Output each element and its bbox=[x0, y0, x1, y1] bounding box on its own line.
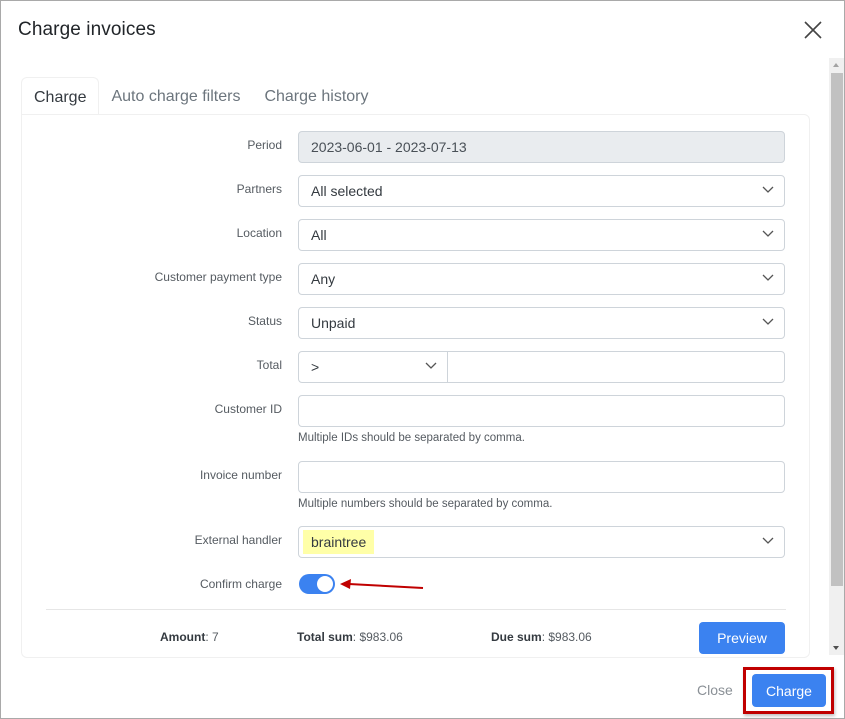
tab-bar: Charge Auto charge filters Charge histor… bbox=[21, 77, 380, 115]
invoice-number-label: Invoice number bbox=[199, 468, 282, 482]
total-label: Total bbox=[256, 358, 282, 372]
total-sum-value: : $983.06 bbox=[352, 630, 403, 644]
period-value: 2023-06-01 - 2023-07-13 bbox=[311, 139, 467, 155]
close-button[interactable]: Close bbox=[697, 682, 733, 698]
total-value-input[interactable] bbox=[447, 351, 785, 383]
total-operator-select[interactable]: > bbox=[298, 351, 448, 383]
external-handler-select[interactable]: braintree bbox=[298, 526, 785, 558]
tab-charge-history[interactable]: Charge history bbox=[252, 77, 380, 115]
customer-id-hint: Multiple IDs should be separated by comm… bbox=[298, 432, 525, 444]
customer-payment-type-value: Any bbox=[311, 271, 336, 287]
chevron-down-icon bbox=[762, 274, 774, 281]
period-field: 2023-06-01 - 2023-07-13 bbox=[298, 131, 785, 163]
amount-label: Amount bbox=[160, 630, 206, 644]
customer-id-input[interactable] bbox=[298, 395, 785, 427]
chevron-down-icon bbox=[762, 537, 774, 544]
amount-summary: Amount: 7 bbox=[160, 630, 219, 644]
annotation-highlight-box bbox=[743, 667, 834, 714]
customer-payment-type-label: Customer payment type bbox=[154, 270, 282, 284]
status-label: Status bbox=[247, 314, 282, 328]
customer-payment-type-select[interactable]: Any bbox=[298, 263, 785, 295]
divider bbox=[46, 609, 786, 610]
dialog-title: Charge invoices bbox=[18, 19, 156, 40]
total-operator-value: > bbox=[311, 359, 320, 375]
external-handler-label: External handler bbox=[194, 533, 282, 547]
chevron-down-icon bbox=[425, 362, 437, 369]
invoice-number-hint: Multiple numbers should be separated by … bbox=[298, 498, 553, 510]
status-value: Unpaid bbox=[311, 315, 356, 331]
chevron-down-icon bbox=[762, 318, 774, 325]
scrollbar[interactable] bbox=[829, 58, 844, 655]
location-select[interactable]: All bbox=[298, 219, 785, 251]
toggle-knob bbox=[317, 576, 333, 592]
total-sum-label: Total sum bbox=[297, 630, 353, 644]
partners-value: All selected bbox=[311, 183, 383, 199]
preview-button[interactable]: Preview bbox=[699, 622, 785, 654]
scroll-down-arrow-icon[interactable] bbox=[829, 641, 844, 655]
chevron-down-icon bbox=[762, 186, 774, 193]
chevron-down-icon bbox=[762, 230, 774, 237]
close-x-icon[interactable] bbox=[802, 19, 824, 41]
due-sum-label: Due sum bbox=[491, 630, 542, 644]
scrollbar-thumb[interactable] bbox=[831, 73, 843, 586]
due-sum-summary: Due sum: $983.06 bbox=[491, 630, 592, 644]
customer-id-label: Customer ID bbox=[214, 402, 282, 416]
confirm-charge-label: Confirm charge bbox=[199, 577, 282, 591]
tab-charge[interactable]: Charge bbox=[21, 77, 100, 115]
annotation-arrow-icon bbox=[340, 579, 424, 589]
location-value: All bbox=[311, 227, 327, 243]
partners-select[interactable]: All selected bbox=[298, 175, 785, 207]
invoice-number-input[interactable] bbox=[298, 461, 785, 493]
total-sum-summary: Total sum: $983.06 bbox=[297, 630, 403, 644]
scroll-up-arrow-icon[interactable] bbox=[829, 58, 844, 72]
amount-value: : 7 bbox=[205, 630, 219, 644]
charge-invoices-dialog: Charge invoices Charge Auto charge filte… bbox=[0, 0, 845, 719]
tab-auto-charge-filters[interactable]: Auto charge filters bbox=[99, 77, 252, 115]
external-handler-value: braintree bbox=[303, 530, 375, 554]
period-label: Period bbox=[247, 138, 282, 152]
confirm-charge-toggle[interactable] bbox=[299, 574, 335, 594]
location-label: Location bbox=[236, 226, 282, 240]
status-select[interactable]: Unpaid bbox=[298, 307, 785, 339]
partners-label: Partners bbox=[236, 182, 282, 196]
due-sum-value: : $983.06 bbox=[541, 630, 592, 644]
